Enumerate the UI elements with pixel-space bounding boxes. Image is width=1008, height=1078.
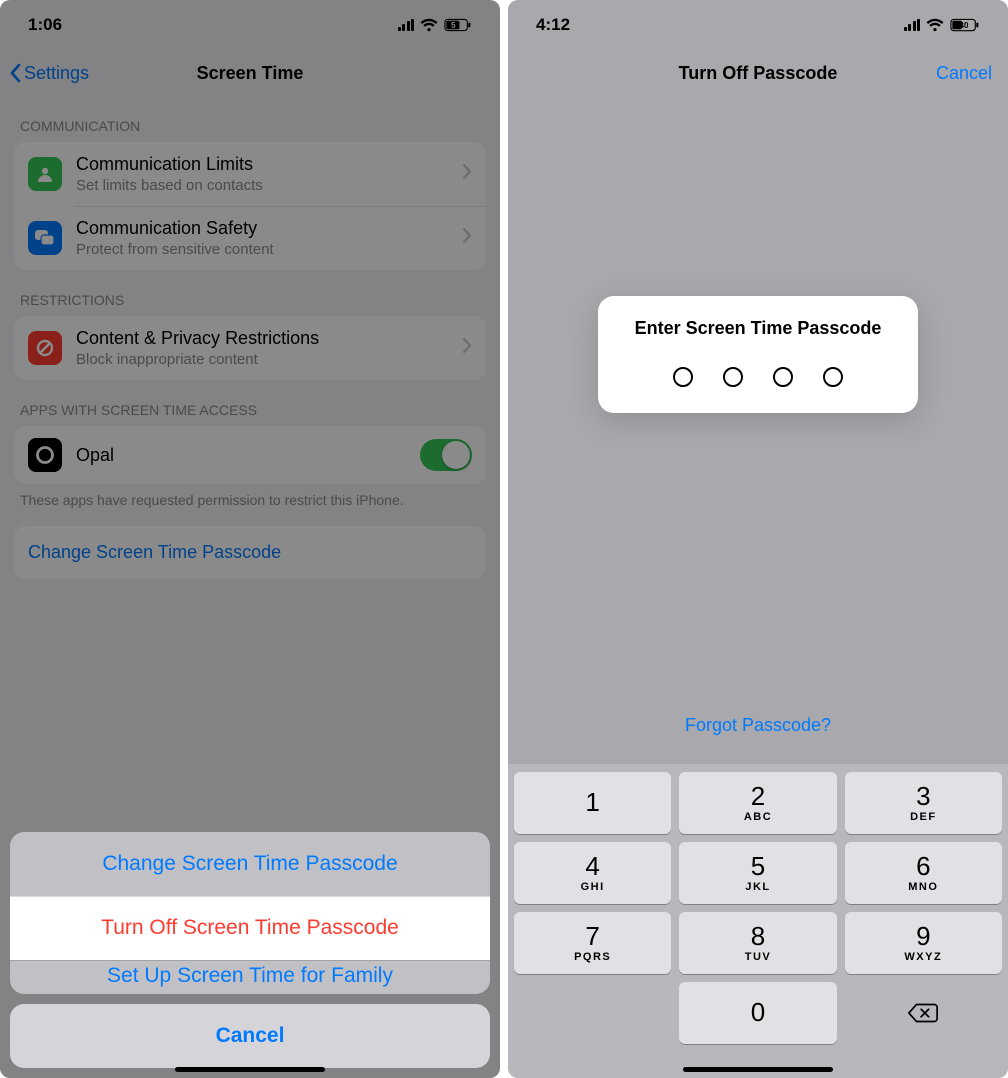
wifi-icon <box>926 18 944 32</box>
keypad-key-7[interactable]: 7PQRS <box>514 912 671 974</box>
screen-time-settings-phone: 1:06 5 Settings Screen Time COMMUNICATIO… <box>0 0 500 1078</box>
keypad-key-1[interactable]: 1 <box>514 772 671 834</box>
status-time: 4:12 <box>536 15 570 35</box>
passcode-dot <box>823 367 843 387</box>
backspace-icon <box>907 1001 939 1025</box>
keypad-key-9[interactable]: 9WXYZ <box>845 912 1002 974</box>
action-sheet: Change Screen Time Passcode Turn Off Scr… <box>10 832 490 1068</box>
keypad-key-6[interactable]: 6MNO <box>845 842 1002 904</box>
keypad-key-3[interactable]: 3DEF <box>845 772 1002 834</box>
keypad-key-2[interactable]: 2ABC <box>679 772 836 834</box>
sheet-setup-family-button[interactable]: Set Up Screen Time for Family <box>10 960 490 994</box>
cellular-icon <box>904 19 921 31</box>
forgot-passcode-link[interactable]: Forgot Passcode? <box>508 697 1008 764</box>
number-keypad: 1 2ABC 3DEF 4GHI 5JKL 6MNO 7PQRS 8TUV 9W… <box>508 764 1008 1078</box>
status-bar: 4:12 40 <box>508 0 1008 50</box>
passcode-dot <box>723 367 743 387</box>
keypad-delete-button[interactable] <box>845 982 1002 1044</box>
keypad-spacer <box>514 982 671 1044</box>
svg-text:40: 40 <box>960 21 969 30</box>
sheet-cancel-button[interactable]: Cancel <box>10 1004 490 1068</box>
keypad-key-4[interactable]: 4GHI <box>514 842 671 904</box>
cancel-button[interactable]: Cancel <box>936 63 992 84</box>
home-indicator <box>683 1067 833 1072</box>
passcode-dot <box>673 367 693 387</box>
sheet-turn-off-passcode-button[interactable]: Turn Off Screen Time Passcode <box>10 896 490 960</box>
keypad-key-0[interactable]: 0 <box>679 982 836 1044</box>
sheet-change-passcode-button[interactable]: Change Screen Time Passcode <box>10 832 490 896</box>
home-indicator <box>175 1067 325 1072</box>
passcode-card: Enter Screen Time Passcode <box>598 296 918 413</box>
page-title: Turn Off Passcode <box>679 63 838 84</box>
keypad-key-8[interactable]: 8TUV <box>679 912 836 974</box>
passcode-dot <box>773 367 793 387</box>
battery-icon: 40 <box>950 18 980 32</box>
nav-bar: Turn Off Passcode Cancel <box>508 50 1008 96</box>
keypad-key-5[interactable]: 5JKL <box>679 842 836 904</box>
passcode-dots <box>616 367 900 387</box>
passcode-prompt: Enter Screen Time Passcode <box>616 318 900 339</box>
enter-passcode-phone: 4:12 40 Turn Off Passcode Cancel Enter S… <box>508 0 1008 1078</box>
